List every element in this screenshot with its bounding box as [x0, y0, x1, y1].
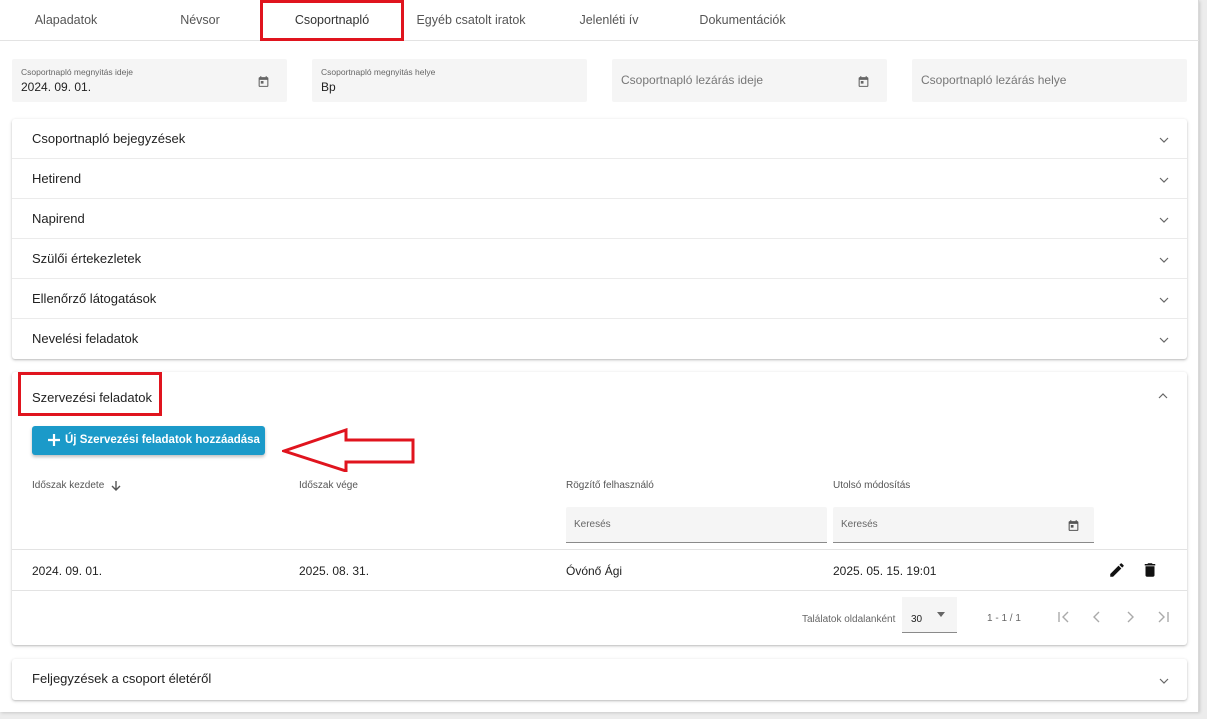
chevron-up-icon[interactable] — [1158, 391, 1168, 401]
accordion-nevelesi-feladatok[interactable]: Nevelési feladatok — [12, 319, 1187, 359]
column-header-label: Időszak kezdete — [32, 480, 105, 491]
column-header-last-modified[interactable]: Utolsó módosítás — [833, 480, 910, 491]
table-divider — [12, 549, 1187, 550]
per-page-select[interactable]: 30 — [902, 597, 957, 633]
tab-alapadatok[interactable]: Alapadatok — [20, 0, 112, 40]
per-page-label: Találatok oldalanként — [802, 614, 896, 625]
column-header-period-end[interactable]: Időszak vége — [299, 480, 358, 491]
tab-bar: Alapadatok Névsor Csoportnapló Egyéb csa… — [0, 0, 1199, 41]
tab-jelenleti-iv[interactable]: Jelenléti ív — [565, 0, 653, 40]
section-title[interactable]: Szervezési feladatok — [32, 390, 152, 405]
accordion-title: Csoportnapló bejegyzések — [32, 131, 186, 146]
accordion-title: Ellenőrző látogatások — [32, 291, 157, 306]
add-button-label: Új Szervezési feladatok hozzáadása — [65, 434, 260, 446]
calendar-icon[interactable] — [1067, 519, 1080, 532]
last-modified-filter-input[interactable]: Keresés — [833, 507, 1094, 543]
recording-user-filter-input[interactable]: Keresés — [566, 507, 827, 543]
arrow-down-icon — [111, 481, 121, 491]
tab-dokumentaciok[interactable]: Dokumentációk — [690, 0, 795, 40]
open-date-field[interactable]: Csoportnapló megnyitás ideje 2024. 09. 0… — [12, 59, 287, 102]
accordion-feljegyzesek[interactable]: Feljegyzések a csoport életéről — [12, 659, 1187, 700]
pager-range: 1 - 1 / 1 — [987, 613, 1021, 624]
first-page-icon[interactable] — [1056, 609, 1072, 625]
last-page-icon[interactable] — [1155, 609, 1171, 625]
previous-page-icon[interactable] — [1089, 609, 1105, 625]
close-place-field[interactable]: Csoportnapló lezárás helye — [912, 59, 1187, 102]
accordion-group: Csoportnapló bejegyzések Hetirend Napire… — [12, 119, 1187, 359]
delete-icon[interactable] — [1141, 561, 1159, 579]
chevron-down-icon — [1159, 678, 1169, 684]
accordion-title: Szülői értekezletek — [32, 251, 142, 266]
chevron-down-icon — [1159, 177, 1169, 183]
chevron-down-icon — [1159, 217, 1169, 223]
open-date-value: 2024. 09. 01. — [21, 80, 92, 94]
cell-period-end: 2025. 08. 31. — [299, 564, 370, 578]
filter-placeholder: Keresés — [574, 519, 611, 530]
chevron-down-icon — [1159, 257, 1169, 263]
dropdown-caret-icon — [937, 612, 945, 617]
main-sheet: Alapadatok Névsor Csoportnapló Egyéb csa… — [0, 0, 1199, 712]
open-place-field[interactable]: Csoportnapló megnyitás helye Bp — [312, 59, 587, 102]
calendar-icon[interactable] — [257, 75, 270, 88]
next-page-icon[interactable] — [1122, 609, 1138, 625]
per-page-value: 30 — [911, 614, 923, 625]
tab-csoportnaplo[interactable]: Csoportnapló — [263, 0, 401, 40]
close-date-placeholder: Csoportnapló lezárás ideje — [621, 73, 764, 87]
chevron-down-icon — [1159, 337, 1169, 343]
accordion-csoportnaplo-bejegyzesek[interactable]: Csoportnapló bejegyzések — [12, 119, 1187, 159]
table-divider — [12, 590, 1187, 591]
edit-icon[interactable] — [1108, 561, 1126, 579]
chevron-down-icon — [1159, 137, 1169, 143]
open-place-value: Bp — [321, 80, 336, 94]
accordion-title: Hetirend — [32, 171, 82, 186]
accordion-ellenorzo-latogatasok[interactable]: Ellenőrző látogatások — [12, 279, 1187, 319]
accordion-title: Napirend — [32, 211, 85, 226]
accordion-title: Nevelési feladatok — [32, 331, 139, 346]
accordion-hetirend[interactable]: Hetirend — [12, 159, 1187, 199]
plus-icon — [48, 434, 60, 446]
accordion-szuloi-ertekezletek[interactable]: Szülői értekezletek — [12, 239, 1187, 279]
close-date-field[interactable]: Csoportnapló lezárás ideje — [612, 59, 887, 102]
column-header-recording-user[interactable]: Rögzítő felhasználó — [566, 480, 654, 491]
chevron-down-icon — [1159, 297, 1169, 303]
accordion-title: Feljegyzések a csoport életéről — [32, 671, 212, 686]
cell-recording-user: Óvónő Ági — [566, 564, 623, 578]
tab-nevsor[interactable]: Névsor — [160, 0, 240, 40]
add-szervezesi-feladat-button[interactable]: Új Szervezési feladatok hozzáadása — [32, 426, 265, 455]
accordion-napirend[interactable]: Napirend — [12, 199, 1187, 239]
close-place-placeholder: Csoportnapló lezárás helye — [921, 73, 1067, 87]
open-date-label: Csoportnapló megnyitás ideje — [21, 67, 133, 77]
filter-placeholder: Keresés — [841, 519, 878, 530]
column-header-period-start[interactable]: Időszak kezdete — [32, 480, 121, 491]
cell-period-start: 2024. 09. 01. — [32, 564, 103, 578]
calendar-icon[interactable] — [857, 75, 870, 88]
cell-last-modified: 2025. 05. 15. 19:01 — [833, 564, 937, 578]
open-place-label: Csoportnapló megnyitás helye — [321, 67, 436, 77]
callout-arrow — [282, 428, 415, 472]
tab-egyeb-csatolt-iratok[interactable]: Egyéb csatolt iratok — [412, 0, 530, 40]
